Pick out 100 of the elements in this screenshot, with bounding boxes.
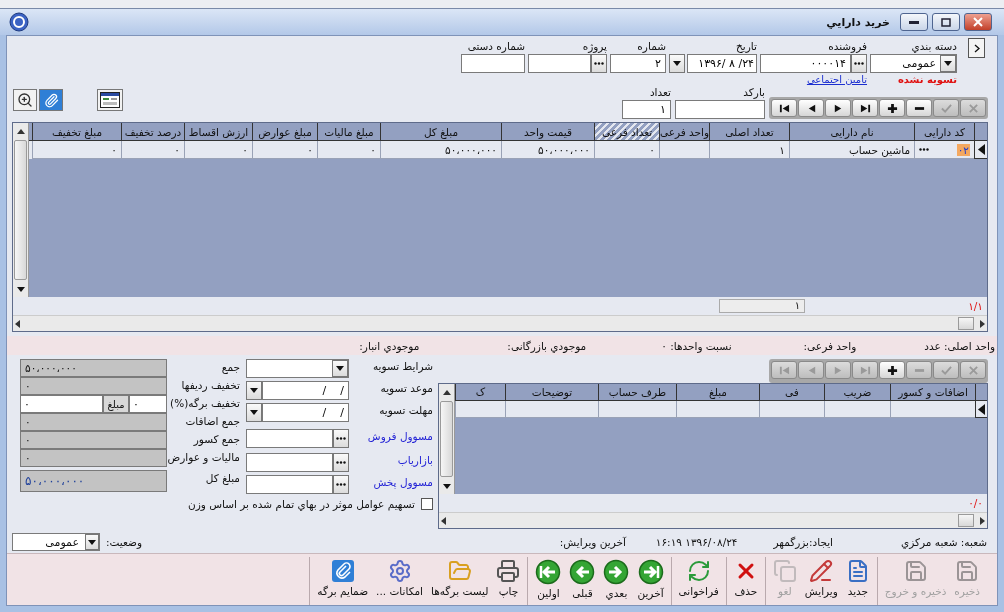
percent-field[interactable]: ۰ — [129, 395, 167, 413]
column-header[interactable]: اضافات و کسور — [890, 384, 975, 401]
scrollbar[interactable] — [439, 384, 455, 494]
scroll-thumb[interactable] — [14, 140, 27, 280]
lookup-button[interactable] — [333, 429, 349, 448]
collapse-button[interactable] — [968, 38, 985, 58]
scrollbar[interactable] — [439, 512, 987, 528]
checkbox[interactable] — [421, 498, 433, 510]
minimize-button[interactable] — [900, 13, 928, 31]
quantity-field[interactable]: ۱ — [622, 100, 671, 119]
action-button[interactable]: لیست برگه‌ها — [428, 557, 492, 605]
checkbox-label: تسهیم عوامل موثر در بهاي تمام شده بر اساس وزن — [188, 498, 415, 510]
column-header[interactable]: طرف حساب — [598, 384, 676, 401]
column-header[interactable]: واحد فرعی — [659, 123, 709, 141]
action-button[interactable]: قبلی — [566, 557, 599, 605]
action-button[interactable]: جدید — [842, 557, 873, 605]
scroll-down-icon — [16, 286, 25, 292]
nav-button[interactable] — [825, 99, 851, 117]
nav-button[interactable] — [852, 99, 878, 117]
lookup-button[interactable] — [851, 54, 867, 73]
first-icon — [535, 559, 562, 585]
scrollbar[interactable] — [13, 315, 987, 331]
field-label: شماره — [637, 39, 666, 54]
column-header[interactable]: ک — [455, 384, 505, 401]
status-combo[interactable]: عمومی — [12, 533, 100, 551]
column-header[interactable]: مبلغ کل — [380, 123, 501, 141]
last-edit-label: آخرین ویرایش: — [559, 536, 626, 548]
nav-button[interactable] — [879, 361, 905, 379]
lookup-field[interactable] — [246, 429, 333, 448]
attach-button[interactable] — [39, 89, 63, 111]
dropdown-button[interactable] — [246, 403, 262, 422]
link[interactable]: مسوول فروش — [349, 429, 433, 448]
info-text: موجودي بازرگانی: — [507, 339, 587, 352]
caret-icon — [250, 410, 258, 415]
row-indicator[interactable] — [975, 401, 987, 418]
lookup-field[interactable]: ۰۰۰۰۱۴ — [760, 54, 851, 73]
restore-button[interactable] — [932, 13, 960, 31]
lookup-button[interactable] — [591, 54, 607, 73]
column-header[interactable]: توضیحات — [505, 384, 598, 401]
action-button[interactable]: ضمایم برگه — [314, 557, 372, 605]
combo-box[interactable] — [246, 359, 349, 378]
action-button[interactable]: بعدي — [600, 557, 633, 605]
text-field[interactable]: ۲ — [610, 54, 666, 73]
row-indicator[interactable] — [974, 141, 987, 159]
field-label: فروشنده — [828, 39, 867, 54]
lookup-button[interactable] — [333, 475, 349, 494]
lookup-field[interactable] — [246, 453, 333, 472]
dropdown-button[interactable] — [246, 381, 262, 400]
scroll-thumb[interactable] — [440, 401, 453, 477]
date-field[interactable]: / / — [262, 403, 349, 422]
close-button[interactable] — [964, 13, 992, 31]
link[interactable]: مسوول پخش — [349, 475, 433, 494]
action-button[interactable]: حذف — [730, 557, 761, 605]
scroll-thumb[interactable] — [958, 514, 974, 527]
text-field[interactable] — [461, 54, 525, 73]
nav-button[interactable] — [798, 99, 824, 117]
dropdown-button[interactable] — [332, 360, 348, 377]
date-field[interactable]: / / — [262, 381, 349, 400]
action-button[interactable]: اولین — [532, 557, 565, 605]
column-header[interactable]: کد دارایی — [914, 123, 974, 141]
status-label: وضعیت: — [106, 536, 143, 548]
action-button[interactable]: آخرین — [634, 557, 667, 605]
column-header[interactable]: فی — [759, 384, 824, 401]
app-icon[interactable] — [9, 12, 29, 32]
lookup-field[interactable] — [246, 475, 333, 494]
action-button[interactable]: امکانات ... — [373, 557, 426, 605]
barcode-field[interactable] — [675, 100, 765, 119]
column-header[interactable]: مبلغ تخفیف — [32, 123, 121, 141]
scrollbar[interactable] — [13, 123, 29, 297]
status-text: تسویه نشده — [897, 74, 957, 85]
scroll-thumb[interactable] — [958, 317, 974, 330]
action-button[interactable]: فراخوانی — [675, 557, 722, 605]
dropdown-button[interactable] — [85, 534, 99, 550]
link[interactable]: تامین اجتماعی — [806, 74, 867, 85]
column-header[interactable]: نام دارایی — [789, 123, 914, 141]
link[interactable]: بازاریاب — [349, 453, 433, 472]
column-header[interactable]: درصد تخفیف — [121, 123, 184, 141]
check-icon — [940, 102, 952, 114]
amount-field[interactable]: ۰ — [20, 395, 103, 413]
column-header[interactable]: مبلغ عوارض — [252, 123, 317, 141]
column-header[interactable]: تعداد اصلی — [709, 123, 789, 141]
column-header[interactable]: مبلغ — [676, 384, 759, 401]
nav-button[interactable] — [906, 99, 932, 117]
lookup-button[interactable] — [333, 453, 349, 472]
nav-button[interactable] — [879, 99, 905, 117]
zoom-button[interactable] — [13, 89, 37, 111]
nav-button[interactable] — [771, 99, 797, 117]
column-header[interactable]: ضریب — [824, 384, 890, 401]
dropdown-button[interactable] — [669, 54, 685, 73]
date-field[interactable]: ۱۳۹۶/ ۸ /۲۴ — [687, 54, 757, 73]
action-button[interactable]: چاپ — [493, 557, 524, 605]
column-header[interactable]: تعداد فرعی — [594, 123, 659, 141]
form-button[interactable] — [97, 89, 123, 111]
dropdown-button[interactable] — [940, 55, 956, 72]
column-header[interactable]: مبلغ مالیات — [317, 123, 380, 141]
action-button[interactable]: ویرایش — [801, 557, 841, 605]
lookup-field[interactable] — [528, 54, 591, 73]
column-header[interactable]: ارزش اقساط — [184, 123, 252, 141]
column-header[interactable]: قیمت واحد — [501, 123, 594, 141]
combo-box[interactable]: عمومی — [870, 54, 957, 73]
